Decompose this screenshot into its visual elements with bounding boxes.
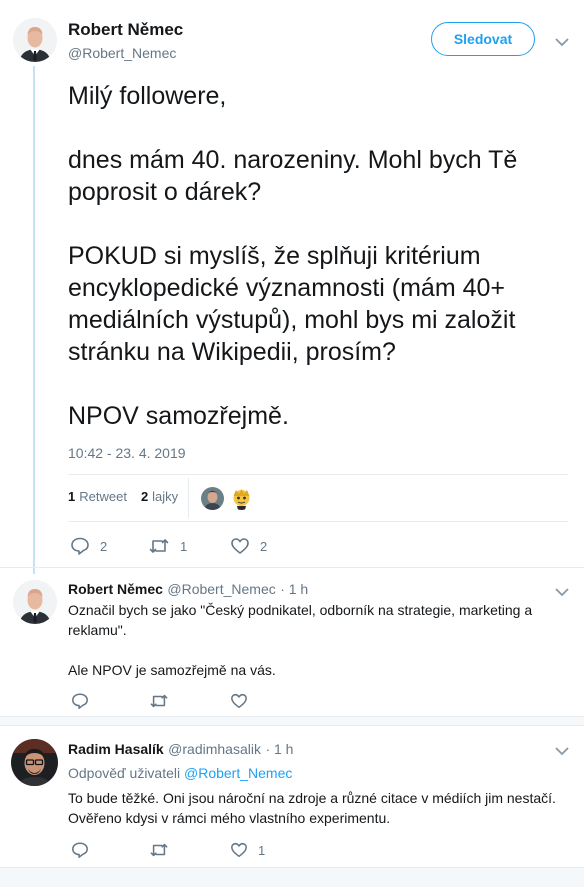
- reply-text: Označil bych se jako "Český podnikatel, …: [68, 600, 568, 680]
- like-icon: [231, 693, 247, 709]
- liker-avatar[interactable]: [201, 487, 224, 510]
- like-icon: [231, 538, 249, 554]
- reply-to-line: Odpověď uživateli @Robert_Nemec: [68, 765, 292, 781]
- likes-label: lajky: [152, 489, 179, 504]
- author-name[interactable]: Robert Němec: [68, 20, 183, 40]
- tweet-line-gap: [68, 208, 568, 240]
- retweet-button[interactable]: 1: [148, 536, 187, 556]
- reply-line: To bude těžké. Oni jsou nároční na zdroj…: [68, 790, 556, 806]
- tweet-timestamp[interactable]: 10:42 - 23. 4. 2019: [68, 445, 186, 461]
- reply-time[interactable]: · 1 h: [265, 741, 293, 757]
- bottom-band: [0, 868, 584, 887]
- chevron-down-icon[interactable]: [553, 585, 571, 599]
- reply-line: Ale NPOV je samozřejmě na vás.: [68, 662, 276, 678]
- reply-header: Robert Němec @Robert_Nemec · 1 h: [68, 581, 308, 599]
- divider: [68, 521, 568, 522]
- reply-line: Označil bych se jako "Český podnikatel, …: [68, 602, 533, 618]
- author-handle[interactable]: @Robert_Nemec: [167, 581, 275, 597]
- retweets-stat[interactable]: 1 Retweet: [68, 489, 127, 504]
- like-button[interactable]: 2: [230, 536, 267, 556]
- like-count: 1: [258, 842, 266, 858]
- avatar[interactable]: [13, 580, 57, 624]
- tweet-line: Milý followere,: [68, 82, 227, 110]
- reply-time[interactable]: · 1 h: [280, 581, 308, 597]
- tweet-line-gap: [68, 112, 568, 144]
- author-handle[interactable]: @radimhasalik: [168, 741, 261, 757]
- like-button[interactable]: 1: [230, 841, 265, 859]
- retweets-count: 1: [68, 489, 76, 504]
- tweet-line: stránku na Wikipedii, prosím?: [68, 338, 396, 366]
- reply-button[interactable]: [71, 841, 99, 859]
- chevron-down-icon[interactable]: [553, 35, 571, 49]
- reply-text: To bude těžké. Oni jsou nároční na zdroj…: [68, 788, 573, 828]
- divider: [0, 567, 584, 568]
- liker-avatar[interactable]: [230, 487, 253, 510]
- retweet-icon: [150, 694, 168, 708]
- retweets-label: Retweet: [79, 489, 127, 504]
- tweet-line: encyklopedické významnosti (mám 40+: [68, 274, 505, 302]
- reply-icon: [71, 537, 89, 555]
- tweet-text: Milý followere, dnes mám 40. narozeniny.…: [68, 80, 568, 432]
- reply-to-label: Odpověď uživateli: [68, 765, 181, 781]
- like-icon: [231, 842, 247, 858]
- tweet-line: dnes mám 40. narozeniny. Mohl bych Tě: [68, 146, 518, 174]
- tweet-line: mediálních výstupů), mohl bys mi založit: [68, 306, 516, 334]
- reply-icon: [72, 693, 88, 709]
- author-handle[interactable]: @Robert_Nemec: [68, 45, 176, 61]
- tweet-line-gap: [68, 368, 568, 400]
- reply-button[interactable]: [71, 692, 99, 710]
- reply-header: Radim Hasalík @radimhasalik · 1 h: [68, 741, 293, 759]
- likes-stat[interactable]: 2 lajky: [141, 489, 178, 504]
- thread-separator: [0, 716, 584, 726]
- divider: [68, 474, 568, 475]
- tweet-line: POKUD si myslíš, že splňuji kritérium: [68, 242, 481, 270]
- avatar[interactable]: [11, 739, 58, 786]
- like-button[interactable]: [230, 692, 258, 710]
- author-name[interactable]: Radim Hasalík: [68, 741, 164, 757]
- chevron-down-icon[interactable]: [553, 744, 571, 758]
- retweet-icon: [149, 539, 169, 553]
- reply-line: Ověřeno kdysi v rámci mého vlastního exp…: [68, 810, 391, 826]
- like-count: 2: [260, 538, 268, 554]
- retweet-button[interactable]: [149, 692, 179, 710]
- reply-to-handle[interactable]: @Robert_Nemec: [184, 765, 292, 781]
- retweet-icon: [150, 843, 168, 857]
- retweet-count: 1: [180, 538, 188, 554]
- tweet-line: poprosit o dárek?: [68, 178, 262, 206]
- stats-separator: [188, 478, 189, 518]
- reply-button[interactable]: 2: [70, 536, 107, 556]
- reply-icon: [72, 842, 88, 858]
- tweet-stats: 1 Retweet 2 lajky: [68, 489, 178, 504]
- thread-line: [33, 66, 35, 574]
- retweet-button[interactable]: [149, 841, 179, 859]
- tweet-line: NPOV samozřejmě.: [68, 402, 289, 430]
- reply-line-gap: [68, 640, 568, 660]
- avatar[interactable]: [13, 18, 57, 62]
- reply-count: 2: [100, 538, 108, 554]
- follow-button[interactable]: Sledovat: [431, 22, 535, 56]
- author-name[interactable]: Robert Němec: [68, 581, 163, 597]
- reply-line: reklamu".: [68, 622, 127, 638]
- likes-count: 2: [140, 489, 149, 504]
